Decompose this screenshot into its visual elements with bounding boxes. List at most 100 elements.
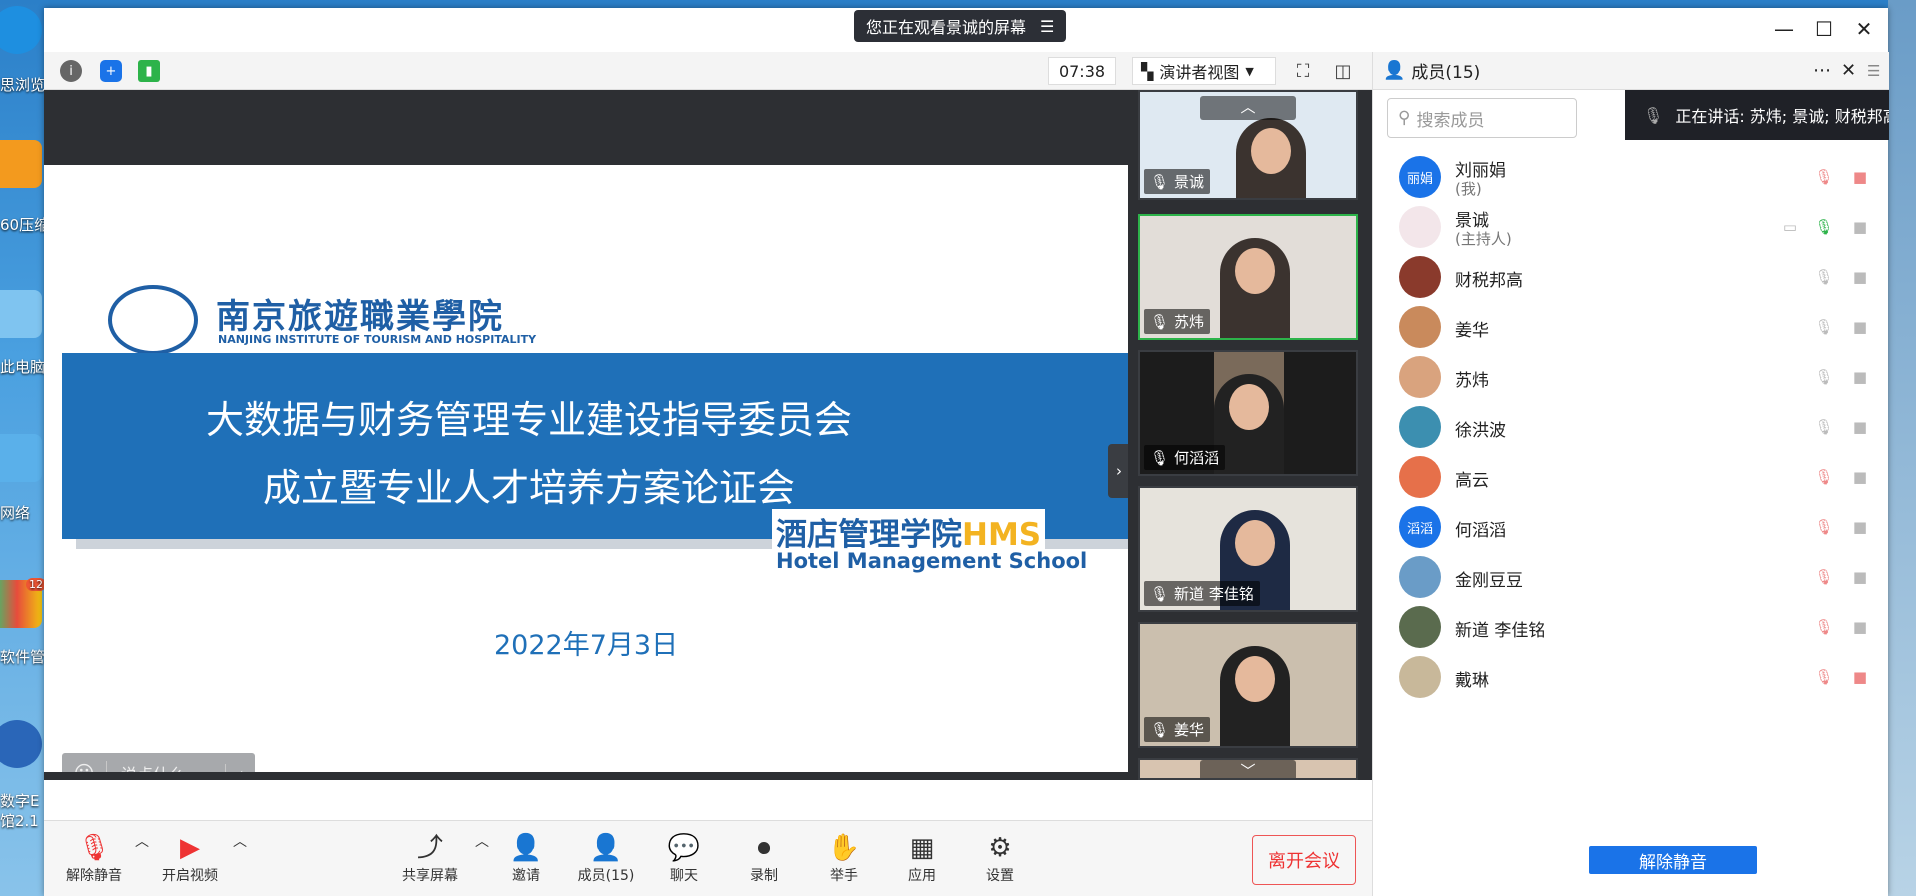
raise-hand-label: 举手 — [830, 868, 858, 884]
video-off-icon[interactable]: ■ — [1847, 166, 1873, 188]
zip-desktop-icon[interactable] — [0, 140, 42, 188]
close-panel-icon[interactable]: ✕ — [1841, 60, 1856, 81]
mic-icon[interactable]: 🎙 — [1813, 416, 1835, 438]
scroll-up-button[interactable]: ︿ — [1200, 96, 1296, 120]
video-off-icon: ▶ — [180, 833, 200, 863]
chat-icon: 💬 — [667, 833, 701, 863]
record-button[interactable]: ⏺ 录制 — [728, 831, 800, 885]
meeting-window: 您正在观看景诚的屏幕 ☰ — ☐ ✕ i + ▮ 07:38 ▚ 演讲者视图 ▼… — [44, 8, 1889, 896]
menu-icon[interactable]: ☰ — [1040, 17, 1054, 36]
search-placeholder: 搜索成员 — [1416, 110, 1485, 131]
desktop-label: 网络 — [0, 504, 31, 522]
mic-muted-icon[interactable]: 🎙 — [1813, 516, 1835, 538]
invite-button[interactable]: 👤 邀请 — [490, 831, 562, 885]
browser-desktop-icon[interactable] — [0, 6, 42, 54]
speaking-text: 正在讲话: 苏炜; 景诚; 财税邦高; — [1675, 107, 1889, 126]
chevron-up-icon[interactable]: ︿ — [132, 831, 152, 851]
mic-icon[interactable]: 🎙 — [1813, 266, 1835, 288]
close-button[interactable]: ✕ — [1844, 14, 1884, 44]
mic-muted-icon[interactable]: 🎙 — [1813, 666, 1835, 688]
view-mode-select[interactable]: ▚ 演讲者视图 ▼ — [1132, 57, 1276, 85]
globe-desktop-icon[interactable] — [0, 720, 42, 768]
member-name: 何滔滔 — [1455, 521, 1506, 541]
member-name: 徐洪波 — [1455, 421, 1506, 441]
desktop-label: 数字E — [0, 792, 40, 810]
slide-title-line2: 成立暨专业人才培养方案论证会 — [262, 466, 795, 510]
more-icon[interactable]: ⋯ — [1813, 60, 1831, 81]
raise-hand-button[interactable]: ✋ 举手 — [808, 831, 880, 885]
member-search-input[interactable]: ⚲ 搜索成员 — [1387, 98, 1577, 138]
meeting-toolbar: i + ▮ 07:38 ▚ 演讲者视图 ▼ ⛶ ◫ — [44, 52, 1372, 90]
tile-label: 🎙 新道 李佳铭 — [1144, 581, 1260, 606]
chevron-left-icon[interactable]: ‹ — [225, 763, 255, 772]
unmute-all-button[interactable]: 解除静音 — [1589, 846, 1757, 874]
member-role: (我) — [1455, 180, 1482, 198]
tile-name: 新道 李佳铭 — [1174, 585, 1254, 603]
chevron-up-icon[interactable]: ︿ — [472, 831, 492, 851]
avatar — [1399, 606, 1441, 648]
mic-icon[interactable]: 🎙 — [1813, 316, 1835, 338]
chat-placeholder: 说点什么... — [106, 761, 225, 772]
info-icon[interactable]: i — [60, 60, 82, 82]
video-icon[interactable]: ■ — [1847, 366, 1873, 388]
share-screen-button[interactable]: ⤴ 共享屏幕 — [394, 831, 466, 885]
video-icon[interactable]: ■ — [1847, 516, 1873, 538]
mic-muted-icon[interactable]: 🎙 — [1813, 566, 1835, 588]
mic-muted-icon[interactable]: 🎙 — [1813, 616, 1835, 638]
start-video-button[interactable]: ▶ 开启视频 — [154, 831, 226, 885]
mic-muted-icon[interactable]: 🎙 — [1813, 466, 1835, 488]
sidebar-toggle-icon[interactable]: ◫ — [1332, 60, 1354, 82]
video-icon[interactable]: ■ — [1847, 266, 1873, 288]
scroll-down-button[interactable]: ﹀ — [1200, 760, 1296, 778]
meeting-timer: 07:38 — [1048, 57, 1116, 85]
expand-thumbnails-button[interactable]: › — [1108, 444, 1130, 498]
avatar — [1399, 356, 1441, 398]
computer-desktop-icon[interactable] — [0, 290, 42, 338]
apps-button[interactable]: ▦ 应用 — [886, 831, 958, 885]
shield-icon[interactable]: + — [100, 60, 122, 82]
chat-button[interactable]: 💬 聊天 — [648, 831, 720, 885]
signal-icon[interactable]: ▮ — [138, 60, 160, 82]
mic-muted-icon[interactable]: 🎙 — [1813, 166, 1835, 188]
hand-icon: ✋ — [827, 833, 861, 863]
dept-cn-text: 酒店管理学院 — [776, 517, 962, 553]
fullscreen-icon[interactable]: ⛶ — [1292, 60, 1314, 82]
mic-icon[interactable]: 🎙 — [1813, 366, 1835, 388]
video-icon[interactable]: ■ — [1847, 416, 1873, 438]
chevron-up-icon[interactable]: ︿ — [230, 831, 250, 851]
chat-input-pill[interactable]: ☺ 说点什么... ‹ — [62, 753, 255, 772]
network-desktop-icon[interactable] — [0, 434, 42, 482]
video-off-icon[interactable]: ■ — [1847, 666, 1873, 688]
member-role: (主持人) — [1455, 230, 1512, 248]
title-bar: 您正在观看景诚的屏幕 ☰ — ☐ ✕ — [44, 8, 1888, 52]
sharing-banner-text: 您正在观看景诚的屏幕 — [866, 18, 1027, 37]
video-tile[interactable]: ﹀ — [1138, 758, 1358, 780]
member-row[interactable]: 戴琳 🎙 ■ — [1373, 648, 1889, 708]
panel-header: 👤 成员(15) ⋯ ✕ ☰ — [1373, 52, 1889, 90]
avatar — [1399, 556, 1441, 598]
desktop-label: 软件管 — [0, 648, 44, 666]
members-button[interactable]: 👤 成员(15) — [570, 831, 642, 885]
video-icon[interactable]: ■ — [1847, 216, 1873, 238]
leave-meeting-button[interactable]: 离开会议 — [1252, 835, 1356, 885]
settings-button[interactable]: ⚙ 设置 — [964, 831, 1036, 885]
video-icon[interactable]: ■ — [1847, 616, 1873, 638]
panel-menu-icon[interactable]: ☰ — [1867, 62, 1880, 80]
video-tile[interactable]: 🎙 新道 李佳铭 — [1138, 486, 1358, 612]
maximize-button[interactable]: ☐ — [1804, 14, 1844, 44]
mic-icon[interactable]: 🎙 — [1813, 216, 1835, 238]
minimize-button[interactable]: — — [1764, 14, 1804, 44]
video-icon[interactable]: ■ — [1847, 466, 1873, 488]
video-tile[interactable]: ︿ 🎙 景诚 — [1138, 90, 1358, 200]
video-icon[interactable]: ■ — [1847, 316, 1873, 338]
record-icon: ⏺ — [757, 833, 771, 863]
screen-share-icon: ▭ — [1782, 218, 1798, 236]
video-icon[interactable]: ■ — [1847, 566, 1873, 588]
video-tile[interactable]: 🎙 何滔滔 — [1138, 350, 1358, 476]
sharing-banner[interactable]: 您正在观看景诚的屏幕 ☰ — [854, 10, 1067, 42]
video-tile[interactable]: 🎙 苏炜 — [1138, 214, 1358, 340]
unmute-button[interactable]: 🎙 解除静音 — [58, 831, 130, 885]
video-tile[interactable]: 🎙 姜华 — [1138, 622, 1358, 748]
presentation-slide: 南京旅遊職業學院 NANJING INSTITUTE OF TOURISM AN… — [44, 165, 1128, 772]
emoji-icon[interactable]: ☺ — [62, 761, 106, 772]
